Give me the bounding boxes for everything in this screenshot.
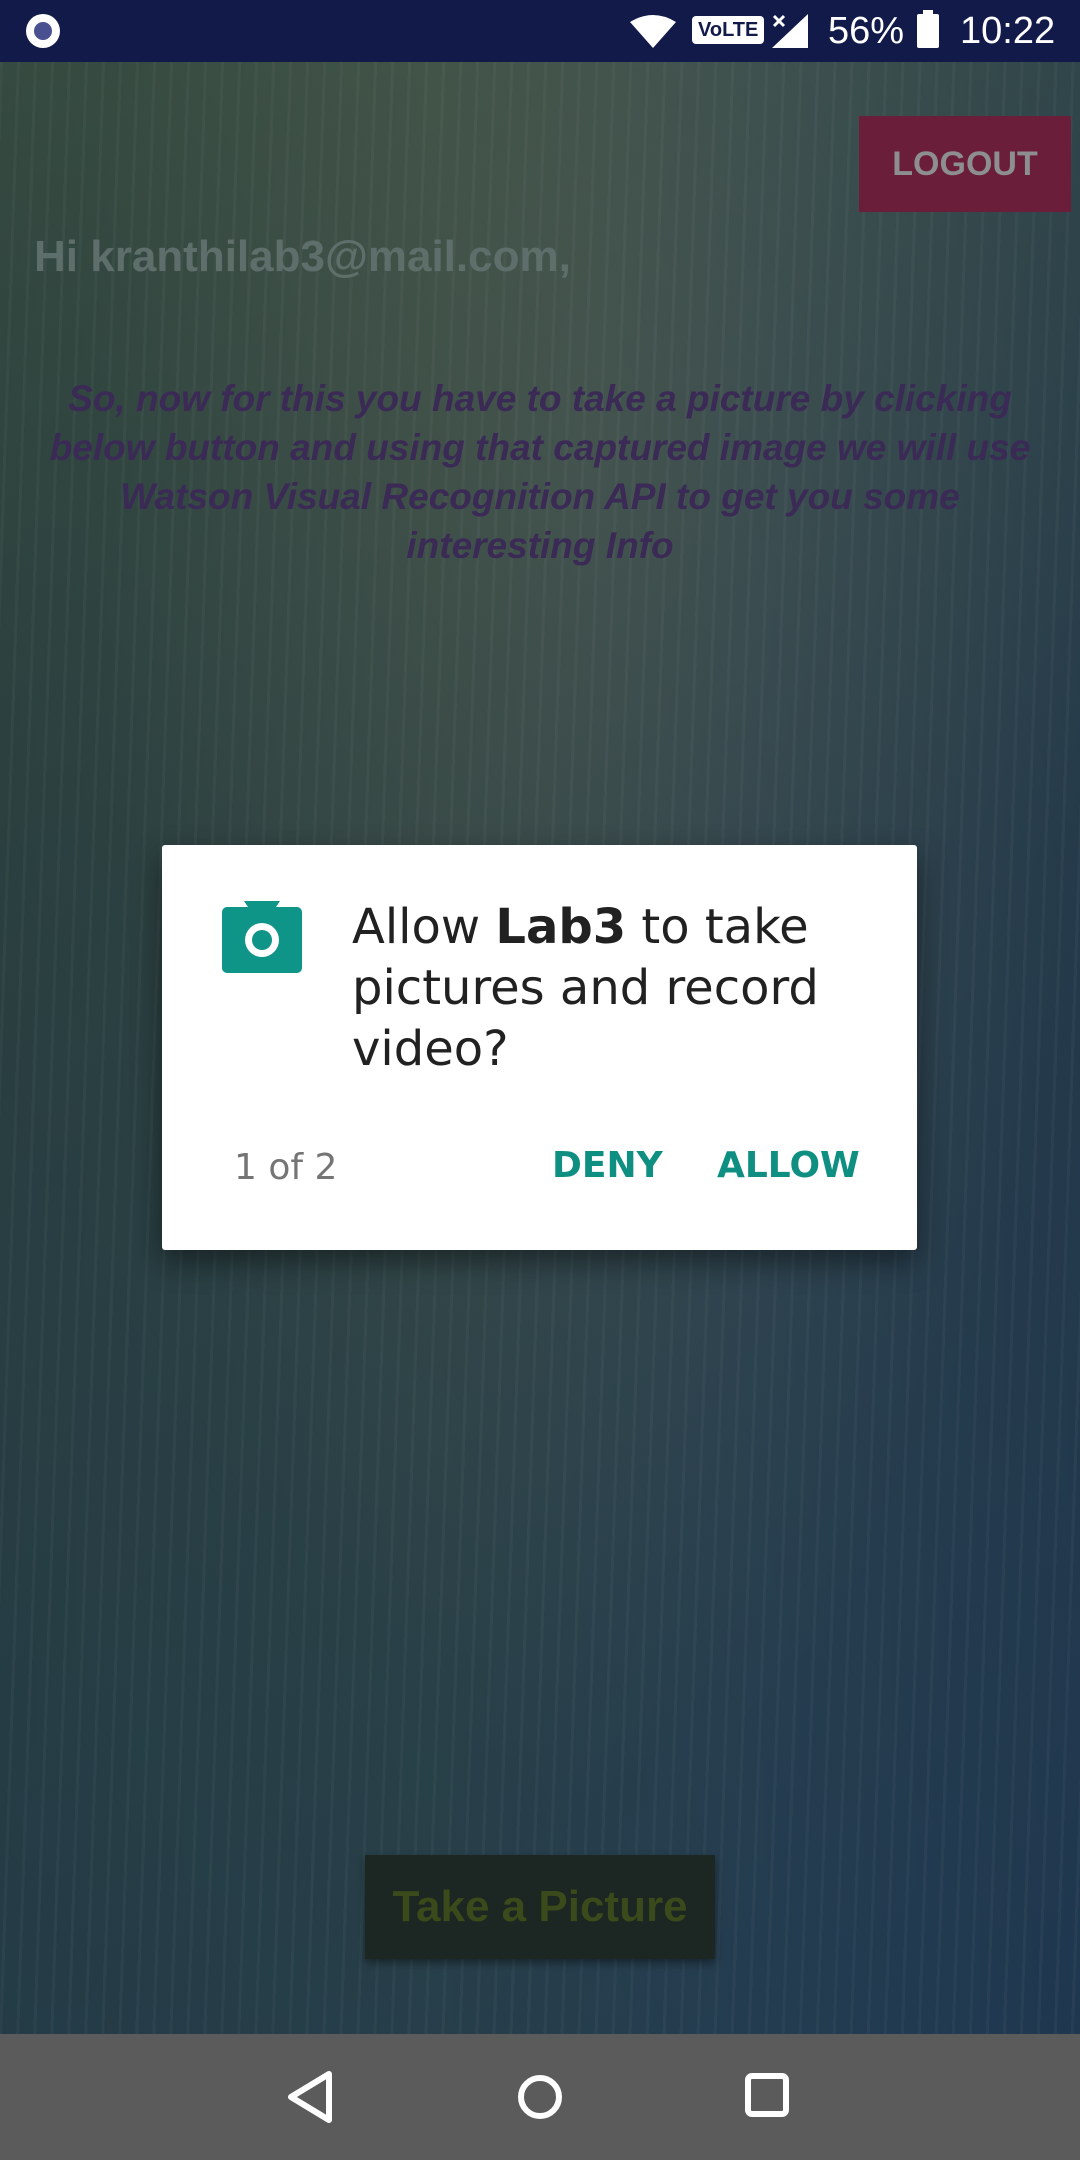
permission-dialog: Allow Lab3 to take pictures and record v… (162, 845, 917, 1250)
status-bar: VoLTE 56% 10:22 (0, 0, 1080, 62)
clock: 10:22 (960, 10, 1056, 52)
dialog-counter: 1 of 2 (234, 1147, 338, 1188)
home-icon[interactable] (517, 2070, 563, 2124)
battery-icon (917, 10, 939, 48)
battery-percentage: 56% (828, 10, 905, 52)
notification-dot-icon (26, 14, 60, 48)
allow-button[interactable]: ALLOW (717, 1139, 860, 1193)
dialog-message: Allow Lab3 to take pictures and record v… (352, 897, 872, 1080)
navigation-bar (0, 2034, 1080, 2160)
signal-icon (772, 14, 808, 48)
back-icon[interactable] (285, 2070, 335, 2124)
camera-icon (222, 901, 302, 973)
recents-icon[interactable] (745, 2072, 789, 2118)
dialog-message-prefix: Allow (352, 899, 496, 955)
deny-button[interactable]: DENY (552, 1139, 663, 1193)
wifi-icon (630, 15, 676, 48)
volte-badge: VoLTE (692, 16, 765, 44)
dialog-app-name: Lab3 (495, 899, 627, 955)
